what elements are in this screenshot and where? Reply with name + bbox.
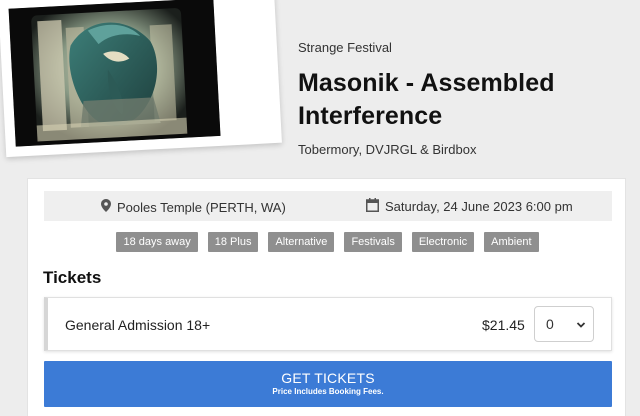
ticket-name: General Admission 18+ [65,317,211,333]
event-title: Masonik - Assembled Interference [298,69,555,130]
artist-list: Tobermory, DVJRGL & Birdbox [298,142,477,157]
map-pin-icon [101,199,111,215]
booking-fee-note: Price Includes Booking Fees. [272,387,384,396]
tag-genre[interactable]: Festivals [344,232,402,252]
quantity-select[interactable]: 0 [534,306,594,342]
ticket-price: $21.45 [482,317,525,333]
quantity-value: 0 [546,316,554,332]
datetime-label: Saturday, 24 June 2023 6:00 pm [385,199,573,214]
chevron-down-icon [576,318,586,334]
ticket-row: General Admission 18+ $21.45 0 [44,297,612,351]
poster-artwork [8,0,221,147]
tag-genre[interactable]: Electronic [411,232,475,252]
poster-image[interactable] [8,0,221,147]
tag-genre[interactable]: Ambient [484,232,539,252]
venue[interactable]: Pooles Temple (PERTH, WA) [101,199,286,215]
event-hero: Strange Festival Masonik - Assembled Int… [0,0,640,175]
event-info-bar: Pooles Temple (PERTH, WA) Saturday, 24 J… [44,191,612,221]
event-header: Strange Festival Masonik - Assembled Int… [298,40,628,157]
event-datetime: Saturday, 24 June 2023 6:00 pm [366,198,573,215]
tag-genre[interactable]: Alternative [268,232,335,252]
poster-frame [0,0,282,158]
calendar-icon [366,198,379,215]
tickets-heading: Tickets [43,268,102,287]
get-tickets-label: GET TICKETS [281,370,375,386]
tag-age[interactable]: 18 Plus [207,232,259,252]
get-tickets-button[interactable]: GET TICKETS Price Includes Booking Fees. [44,361,612,407]
tag-list: 18 days away 18 Plus Alternative Festiva… [28,232,627,252]
ticket-panel: Pooles Temple (PERTH, WA) Saturday, 24 J… [27,178,626,416]
venue-label: Pooles Temple (PERTH, WA) [117,199,286,215]
tag-countdown: 18 days away [116,232,198,252]
organiser-name[interactable]: Strange Festival [298,40,628,55]
